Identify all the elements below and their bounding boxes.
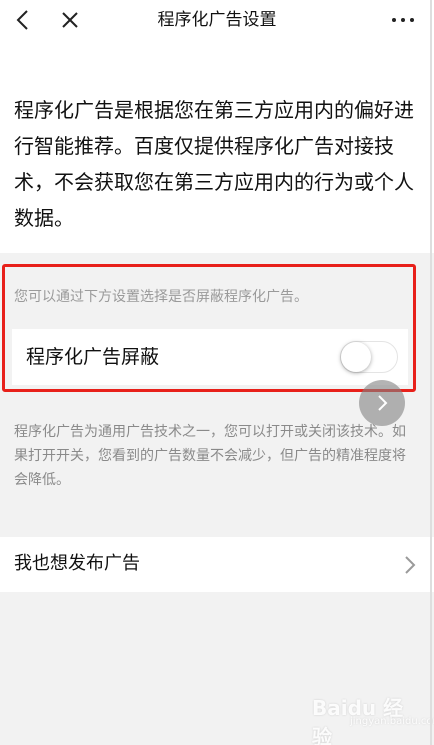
programmatic-ad-block-row[interactable]: 程序化广告屏蔽	[12, 329, 408, 385]
description-text: 程序化广告为通用广告技术之一，您可以打开或关闭该技术。如果打开开关，您看到的广告…	[14, 424, 406, 488]
watermark-logo: Baidu 经验 jingyan.baidu.com	[312, 692, 434, 745]
watermark-url: jingyan.baidu.com	[350, 716, 434, 727]
ad-block-toggle[interactable]	[340, 341, 398, 373]
chevron-right-icon	[405, 556, 416, 574]
page-title: 程序化广告设置	[157, 10, 277, 30]
intro-text: 程序化广告是根据您在第三方应用内的偏好进行智能推荐。百度仅提供程序化广告对接技术…	[14, 98, 414, 230]
publish-ad-row[interactable]: 我也想发布广告	[0, 537, 434, 592]
top-navigation-bar: 程序化广告设置	[0, 0, 434, 40]
intro-section: 程序化广告是根据您在第三方应用内的偏好进行智能推荐。百度仅提供程序化广告对接技术…	[0, 40, 434, 253]
publish-ad-label: 我也想发布广告	[14, 553, 140, 574]
toggle-knob	[341, 342, 371, 372]
more-icon[interactable]	[388, 8, 418, 32]
chevron-right-icon	[378, 395, 388, 411]
settings-hint: 您可以通过下方设置选择是否屏蔽程序化广告。	[14, 289, 308, 305]
toggle-label: 程序化广告屏蔽	[26, 346, 160, 368]
screen-edge-divider	[430, 0, 432, 745]
